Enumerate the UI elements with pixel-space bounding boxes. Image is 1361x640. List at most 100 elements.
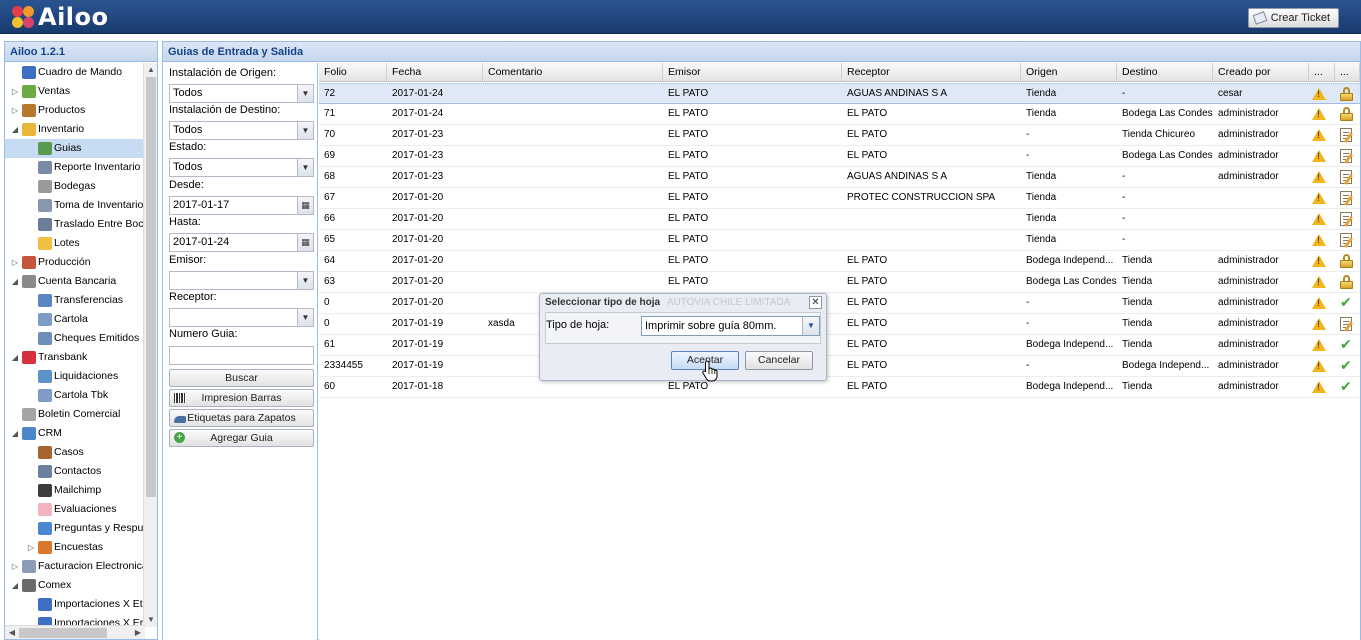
estado-select[interactable]: Todos ▼ [169,158,314,177]
sidebar-item-evaluaciones[interactable]: Evaluaciones [5,500,145,519]
lock-icon[interactable] [1340,107,1353,121]
column-header-emisor[interactable]: Emisor [663,63,842,82]
warning-icon[interactable] [1312,297,1326,309]
sidebar-item-preguntas-y-respu[interactable]: Preguntas y Respu [5,519,145,538]
calendar-icon[interactable]: ▦ [297,197,313,214]
sidebar-item-cuadro-de-mando[interactable]: Cuadro de Mando [5,63,145,82]
agregar-guia-button[interactable]: + Agregar Guia [169,429,314,447]
collapse-arrow-icon[interactable]: ◢ [10,348,20,367]
sidebar-item-contactos[interactable]: Contactos [5,462,145,481]
sidebar-item-cartola-tbk[interactable]: Cartola Tbk [5,386,145,405]
expand-arrow-icon[interactable]: ▷ [10,253,20,272]
scroll-right-arrow-icon[interactable]: ▶ [131,626,145,639]
sidebar-item-encuestas[interactable]: ▷ Encuestas [5,538,145,557]
check-icon[interactable]: ✔ [1340,337,1354,351]
desde-date-field[interactable]: 2017-01-17 ▦ [169,196,314,215]
table-row[interactable]: 65 2017-01-20 EL PATO Tienda - [319,230,1360,251]
chevron-down-icon[interactable]: ▼ [297,122,313,139]
sidebar-scroll-thumb[interactable] [146,77,156,497]
sidebar-item-facturacion-electronica[interactable]: ▷ Facturacion Electronica [5,557,145,576]
table-row[interactable]: 66 2017-01-20 EL PATO Tienda - [319,209,1360,230]
sidebar-vertical-scrollbar[interactable]: ▲ ▼ [143,63,157,627]
tipo-hoja-select[interactable]: Imprimir sobre guía 80mm. ▼ [641,316,820,336]
warning-icon[interactable] [1312,213,1326,225]
sidebar-item-ventas[interactable]: ▷ Ventas [5,82,145,101]
sidebar-item-inventario[interactable]: ◢ Inventario [5,120,145,139]
expand-arrow-icon[interactable]: ▷ [10,101,20,120]
warning-icon[interactable] [1312,129,1326,141]
warning-icon[interactable] [1312,339,1326,351]
lock-icon[interactable] [1340,87,1353,101]
sidebar-item-producci-n[interactable]: ▷ Producción [5,253,145,272]
sidebar-horizontal-scrollbar[interactable]: ◀ ▶ [5,625,145,639]
edit-document-icon[interactable] [1340,170,1352,184]
sidebar-item-liquidaciones[interactable]: Liquidaciones [5,367,145,386]
sidebar-item-productos[interactable]: ▷ Productos [5,101,145,120]
sidebar-item-cheques-emitidos[interactable]: Cheques Emitidos [5,329,145,348]
check-icon[interactable]: ✔ [1340,379,1354,393]
sidebar-item-reporte-inventario[interactable]: Reporte Inventario [5,158,145,177]
warning-icon[interactable] [1312,150,1326,162]
warning-icon[interactable] [1312,318,1326,330]
warning-icon[interactable] [1312,171,1326,183]
table-row[interactable]: 0 2017-01-19 xasda EL PATO - Tienda administra… [319,314,1360,335]
collapse-arrow-icon[interactable]: ◢ [10,576,20,595]
lock-icon[interactable] [1340,275,1353,289]
chevron-down-icon[interactable]: ▼ [297,309,313,326]
column-header-creado[interactable]: Creado por [1213,63,1309,82]
warning-icon[interactable] [1312,381,1326,393]
table-row[interactable]: 64 2017-01-20 EL PATO EL PATO Bodega Indepen… [319,251,1360,272]
table-row[interactable]: 72 2017-01-24 EL PATO AGUAS ANDINAS S A Tien… [319,83,1360,104]
sidebar-item-mailchimp[interactable]: Mailchimp [5,481,145,500]
table-row[interactable]: 60 2017-01-18 EL PATO EL PATO Bodega Indepen… [319,377,1360,398]
sidebar-item-lotes[interactable]: Lotes [5,234,145,253]
table-row[interactable]: 69 2017-01-23 EL PATO EL PATO - Bodega Las Co… [319,146,1360,167]
column-header-s1[interactable]: ... [1309,63,1335,82]
table-row[interactable]: 2334455 2017-01-19 EL PATO - Bodega Independ… [319,356,1360,377]
origen-select[interactable]: Todos ▼ [169,84,314,103]
collapse-arrow-icon[interactable]: ◢ [10,424,20,443]
sidebar-item-cartola[interactable]: Cartola [5,310,145,329]
column-header-folio[interactable]: Folio [319,63,387,82]
chevron-down-icon[interactable]: ▼ [802,317,819,335]
edit-document-icon[interactable] [1340,233,1352,247]
sidebar-item-importaciones-x-et[interactable]: Importaciones X Et [5,595,145,614]
sidebar-item-traslado-entre-boc[interactable]: Traslado Entre Boc [5,215,145,234]
sidebar-item-casos[interactable]: Casos [5,443,145,462]
check-icon[interactable]: ✔ [1340,358,1354,372]
warning-icon[interactable] [1312,276,1326,288]
crear-ticket-button[interactable]: Crear Ticket [1247,8,1339,28]
destino-select[interactable]: Todos ▼ [169,121,314,140]
receptor-select[interactable]: ▼ [169,308,314,327]
table-row[interactable]: 0 2017-01-20 EL PATO - Tienda administrador ✔ [319,293,1360,314]
cancelar-button[interactable]: Cancelar [745,351,813,370]
sidebar-item-bodegas[interactable]: Bodegas [5,177,145,196]
edit-document-icon[interactable] [1340,149,1352,163]
expand-arrow-icon[interactable]: ▷ [26,538,36,557]
column-header-origen[interactable]: Origen [1021,63,1117,82]
sidebar-hscroll-thumb[interactable] [19,628,107,638]
warning-icon[interactable] [1312,255,1326,267]
chevron-down-icon[interactable]: ▼ [297,159,313,176]
table-row[interactable]: 67 2017-01-20 EL PATO PROTEC CONSTRUCCION S… [319,188,1360,209]
sidebar-item-crm[interactable]: ◢ CRM [5,424,145,443]
check-icon[interactable]: ✔ [1340,295,1354,309]
collapse-arrow-icon[interactable]: ◢ [10,272,20,291]
edit-document-icon[interactable] [1340,317,1352,331]
warning-icon[interactable] [1312,88,1326,100]
calendar-icon[interactable]: ▦ [297,234,313,251]
edit-document-icon[interactable] [1340,212,1352,226]
table-row[interactable]: 68 2017-01-23 EL PATO AGUAS ANDINAS S A Tien… [319,167,1360,188]
warning-icon[interactable] [1312,192,1326,204]
etiquetas-zapatos-button[interactable]: Etiquetas para Zapatos [169,409,314,427]
edit-document-icon[interactable] [1340,128,1352,142]
edit-document-icon[interactable] [1340,191,1352,205]
column-header-destino[interactable]: Destino [1117,63,1213,82]
sidebar-item-toma-de-inventario[interactable]: Toma de Inventario [5,196,145,215]
table-row[interactable]: 63 2017-01-20 EL PATO EL PATO Bodega Las Con… [319,272,1360,293]
table-row[interactable]: 71 2017-01-24 EL PATO EL PATO Tienda Bodega L… [319,104,1360,125]
close-icon[interactable]: ✕ [809,296,822,309]
warning-icon[interactable] [1312,234,1326,246]
sidebar-item-guias[interactable]: Guias [5,139,145,158]
chevron-down-icon[interactable]: ▼ [297,85,313,102]
